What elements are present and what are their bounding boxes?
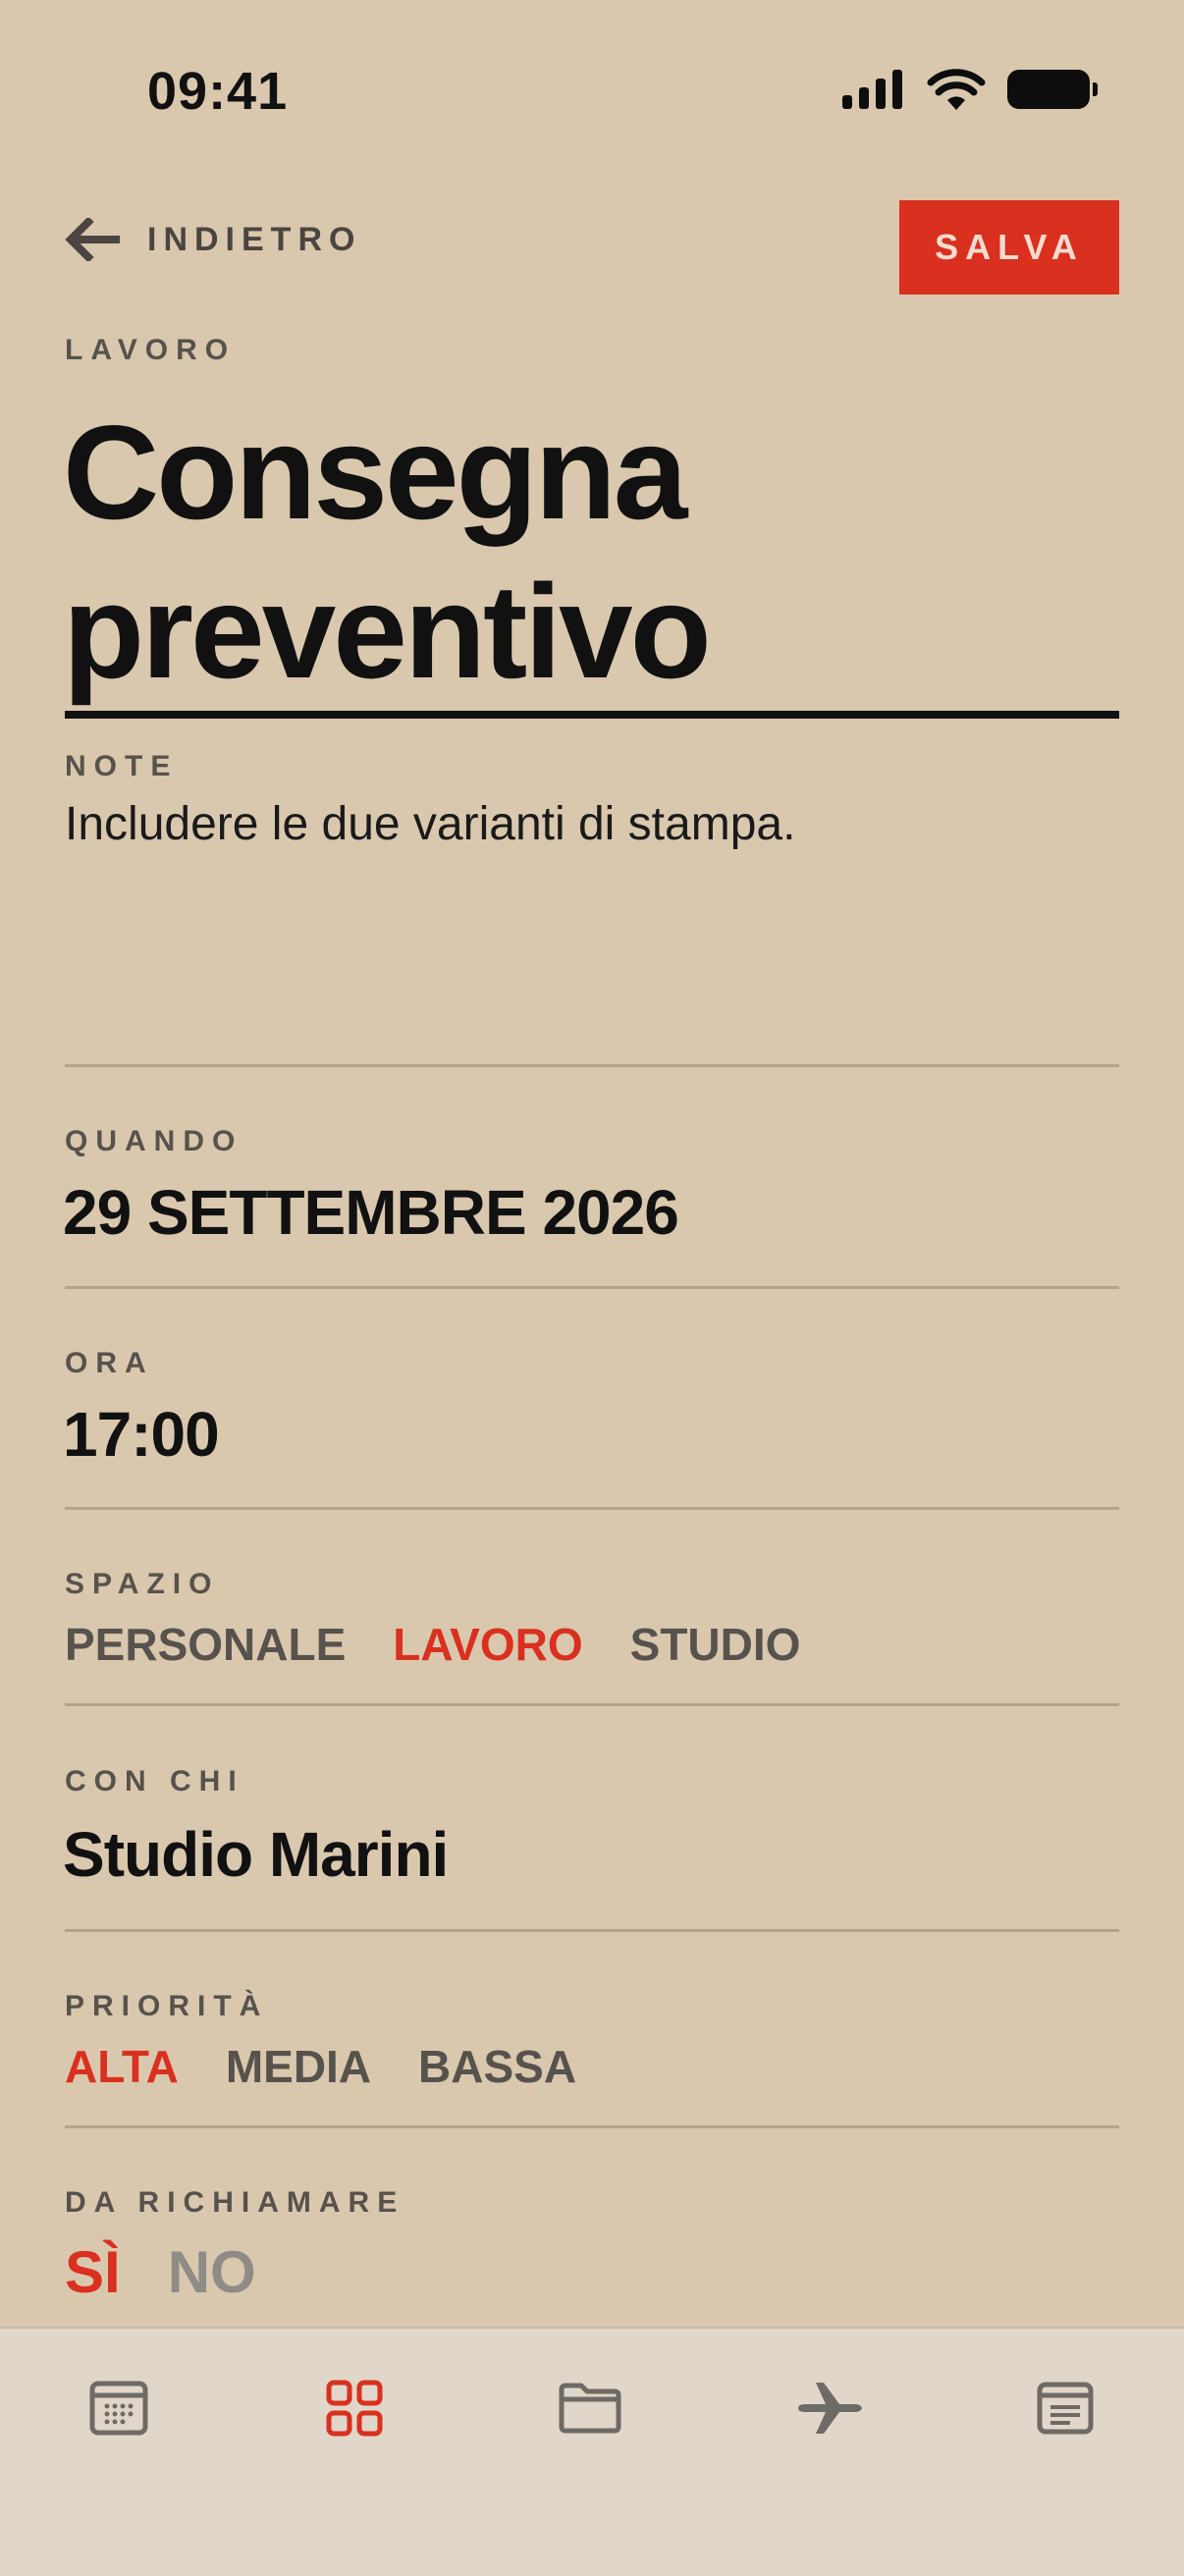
recall-label: DA RICHIAMARE [65,2186,405,2219]
tab-calendar[interactable] [84,2374,153,2442]
recall-options: SÌ NO [65,2238,256,2306]
space-options: PERSONALE LAVORO STUDIO [65,1618,800,1671]
with-label: CON CHI [65,1765,244,1798]
space-option-lavoro[interactable]: LAVORO [393,1618,582,1671]
tab-folder[interactable] [556,2374,624,2442]
folder-icon [559,2383,621,2434]
grid-icon [326,2380,383,2437]
space-option-personale[interactable]: PERSONALE [65,1618,346,1671]
divider [65,1929,1119,1932]
when-label: QUANDO [65,1125,243,1157]
tab-travel[interactable] [795,2374,864,2442]
divider [65,1064,1119,1067]
time-value[interactable]: 17:00 [63,1398,220,1471]
priority-option-media[interactable]: MEDIA [226,2040,371,2093]
back-label: INDIETRO [147,220,362,258]
with-value[interactable]: Studio Marini [63,1818,449,1891]
wifi-icon [927,69,986,110]
battery-icon [1007,70,1098,109]
recall-option-no[interactable]: NO [168,2238,256,2306]
arrow-left-icon [65,218,120,261]
priority-option-alta[interactable]: ALTA [65,2040,179,2093]
tab-notes[interactable] [1031,2374,1100,2442]
divider [65,1507,1119,1510]
status-time: 09:41 [147,62,289,121]
tab-bar [0,2327,1184,2576]
divider [65,1703,1119,1706]
date-value[interactable]: 29 SETTEMBRE 2026 [63,1176,679,1249]
title-underline [65,711,1119,719]
status-icons [842,69,1098,110]
signal-icon [842,70,902,109]
space-label: SPAZIO [65,1568,220,1600]
recall-option-si[interactable]: SÌ [65,2238,121,2306]
notes-icon [1037,2382,1094,2435]
priority-option-bassa[interactable]: BASSA [418,2040,576,2093]
divider [65,2125,1119,2128]
calendar-icon [89,2381,148,2436]
notes-label: NOTE [65,750,179,782]
airplane-icon [798,2383,862,2434]
save-button[interactable]: SALVA [899,200,1119,295]
task-title[interactable]: Consegna preventivo [63,393,1123,711]
tab-grid[interactable] [320,2374,389,2442]
divider [65,1286,1119,1289]
priority-options: ALTA MEDIA BASSA [65,2040,576,2093]
notes-field[interactable]: Includere le due varianti di stampa. [65,797,795,851]
priority-label: PRIORITÀ [65,1990,269,2022]
back-button[interactable]: INDIETRO [65,218,361,261]
task-category: LAVORO [65,334,237,366]
time-label: ORA [65,1347,154,1379]
space-option-studio[interactable]: STUDIO [630,1618,801,1671]
